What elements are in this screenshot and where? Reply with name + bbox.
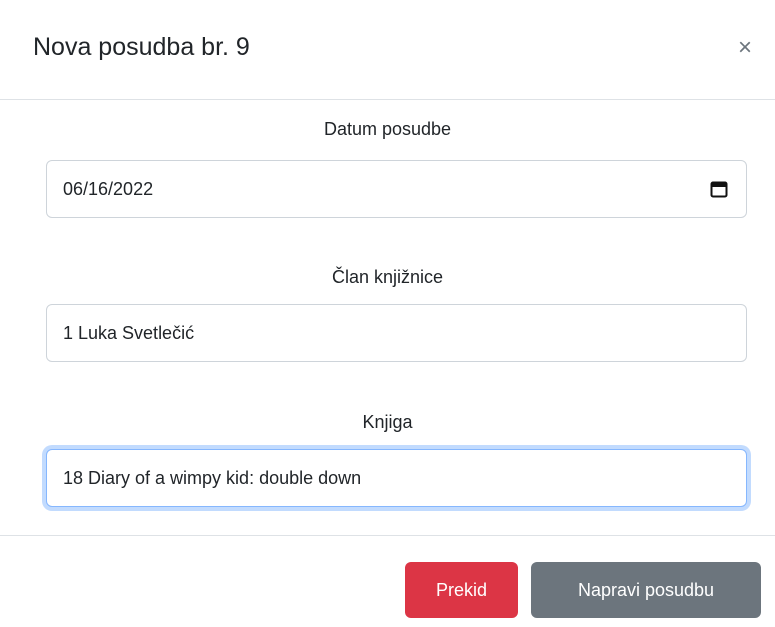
close-button[interactable]: × <box>730 33 760 63</box>
date-label: Datum posudbe <box>323 119 452 139</box>
modal-header: Nova posudba br. 9 × <box>0 0 775 100</box>
book-label: Knjiga <box>362 412 413 432</box>
create-loan-button[interactable]: Napravi posudbu <box>531 562 761 618</box>
date-input[interactable]: 06/16/2022 <box>46 160 747 218</box>
member-value: 1 Luka Svetlečić <box>63 322 195 343</box>
calendar-icon[interactable] <box>708 178 730 200</box>
cancel-button[interactable]: Prekid <box>405 562 518 618</box>
book-value: 18 Diary of a wimpy kid: double down <box>63 467 362 488</box>
close-icon: × <box>737 34 752 61</box>
member-label: Član knjižnice <box>331 267 444 287</box>
modal-title: Nova posudba br. 9 <box>33 33 250 61</box>
book-input[interactable]: 18 Diary of a wimpy kid: double down <box>46 449 747 507</box>
new-loan-modal: Nova posudba br. 9 × Datum posudbe 06/16… <box>0 0 775 627</box>
date-value: 06/16/2022 <box>63 178 154 199</box>
member-input[interactable]: 1 Luka Svetlečić <box>46 304 747 362</box>
modal-footer: Prekid Napravi posudbu <box>0 535 775 627</box>
